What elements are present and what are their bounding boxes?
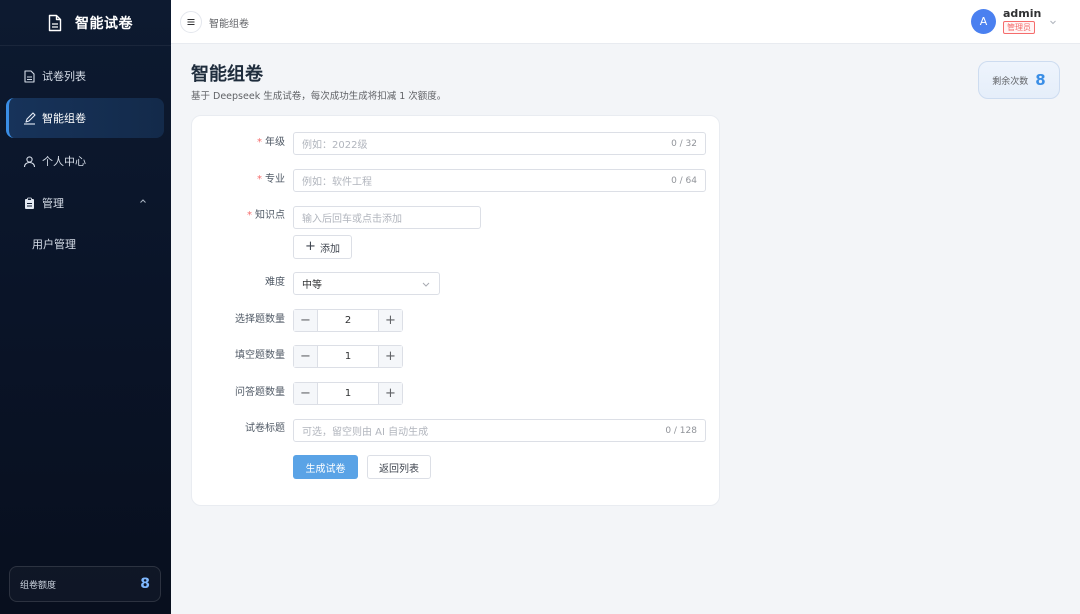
remaining-count-badge: 剩余次数 8	[978, 61, 1060, 99]
page-title: 智能组卷	[191, 64, 263, 85]
difficulty-label: 难度	[265, 277, 285, 288]
page-description: 基于 Deepseek 生成试卷，每次成功生成将扣减 1 次额度。	[191, 91, 447, 102]
grade-char-count: 0 / 32	[671, 138, 697, 149]
user-role-badge: 管理员	[1003, 21, 1035, 34]
paper-title-label: 试卷标题	[245, 423, 285, 434]
sidebar-item-label: 智能组卷	[42, 112, 86, 125]
decrement-button[interactable]: −	[294, 310, 318, 331]
chevron-down-icon[interactable]	[1048, 17, 1058, 27]
quota-label: 组卷额度	[20, 580, 57, 591]
decrement-button[interactable]: −	[294, 346, 318, 367]
hamburger-icon	[187, 18, 195, 26]
sidebar-item-label: 试卷列表	[42, 70, 86, 83]
stepper-value[interactable]: 1	[318, 351, 378, 362]
paper-title-input[interactable]: 可选，留空则由 AI 自动生成 0 / 128	[293, 419, 706, 442]
document-icon	[48, 14, 62, 31]
grade-label: * 年级	[257, 137, 285, 148]
clipboard-icon	[22, 196, 36, 210]
increment-button[interactable]: +	[378, 346, 402, 367]
major-label: * 专业	[257, 174, 285, 185]
chevron-up-icon	[140, 199, 146, 203]
blank-count-label: 填空题数量	[235, 350, 285, 361]
grade-placeholder: 例如：2022级	[302, 140, 368, 151]
major-placeholder: 例如：软件工程	[302, 177, 372, 188]
top-header: 智能组卷 A admin 管理员	[171, 0, 1080, 44]
increment-button[interactable]: +	[378, 310, 402, 331]
required-mark: *	[257, 137, 262, 148]
user-name[interactable]: admin	[1003, 7, 1041, 20]
increment-button[interactable]: +	[378, 383, 402, 404]
paper-title-placeholder: 可选，留空则由 AI 自动生成	[302, 427, 429, 438]
sidebar-item-smart-compose[interactable]: 智能组卷	[6, 98, 164, 138]
knowledge-label: * 知识点	[247, 210, 285, 221]
choice-count-stepper[interactable]: − 2 +	[293, 309, 403, 332]
sidebar-item-label: 个人中心	[42, 155, 86, 168]
stepper-value[interactable]: 2	[318, 315, 378, 326]
user-icon	[22, 154, 36, 168]
sidebar-item-label: 管理	[42, 197, 64, 210]
remaining-value: 8	[1035, 71, 1046, 89]
quota-panel: 组卷额度 8	[9, 566, 161, 602]
knowledge-placeholder: 输入后回车或点击添加	[302, 214, 402, 225]
sidebar-item-paper-list[interactable]: 试卷列表	[6, 56, 164, 96]
qa-count-label: 问答题数量	[235, 387, 285, 398]
plus-icon: +	[305, 239, 316, 254]
back-to-list-button[interactable]: 返回列表	[367, 455, 431, 479]
blank-count-stepper[interactable]: − 1 +	[293, 345, 403, 368]
document-list-icon	[22, 69, 36, 83]
menu-toggle-button[interactable]	[180, 11, 202, 33]
quota-value: 8	[140, 576, 150, 592]
grade-input[interactable]: 例如：2022级 0 / 32	[293, 132, 706, 155]
app-title: 智能试卷	[75, 15, 133, 32]
sidebar: 智能试卷 试卷列表 智能组卷 个人中心 管理 用户管理 组卷额度 8	[0, 0, 171, 614]
knowledge-input[interactable]: 输入后回车或点击添加	[293, 206, 481, 229]
add-knowledge-button[interactable]: + 添加	[293, 235, 352, 259]
app-logo: 智能试卷	[0, 0, 171, 46]
difficulty-value: 中等	[302, 280, 322, 291]
difficulty-select[interactable]: 中等	[293, 272, 440, 295]
remaining-label: 剩余次数	[992, 76, 1029, 87]
sidebar-item-user-manage[interactable]: 用户管理	[6, 224, 164, 264]
sidebar-item-manage[interactable]: 管理	[6, 183, 164, 223]
chevron-down-icon	[422, 282, 430, 287]
decrement-button[interactable]: −	[294, 383, 318, 404]
edit-pen-icon	[22, 111, 36, 125]
required-mark: *	[257, 174, 262, 185]
qa-count-stepper[interactable]: − 1 +	[293, 382, 403, 405]
choice-count-label: 选择题数量	[235, 314, 285, 325]
generate-paper-button[interactable]: 生成试卷	[293, 455, 358, 479]
required-mark: *	[247, 210, 252, 221]
sidebar-item-label: 用户管理	[32, 238, 76, 251]
paper-title-char-count: 0 / 128	[665, 425, 697, 436]
avatar[interactable]: A	[971, 9, 996, 34]
stepper-value[interactable]: 1	[318, 388, 378, 399]
major-char-count: 0 / 64	[671, 175, 697, 186]
major-input[interactable]: 例如：软件工程 0 / 64	[293, 169, 706, 192]
sidebar-item-profile[interactable]: 个人中心	[6, 141, 164, 181]
breadcrumb: 智能组卷	[209, 19, 249, 30]
